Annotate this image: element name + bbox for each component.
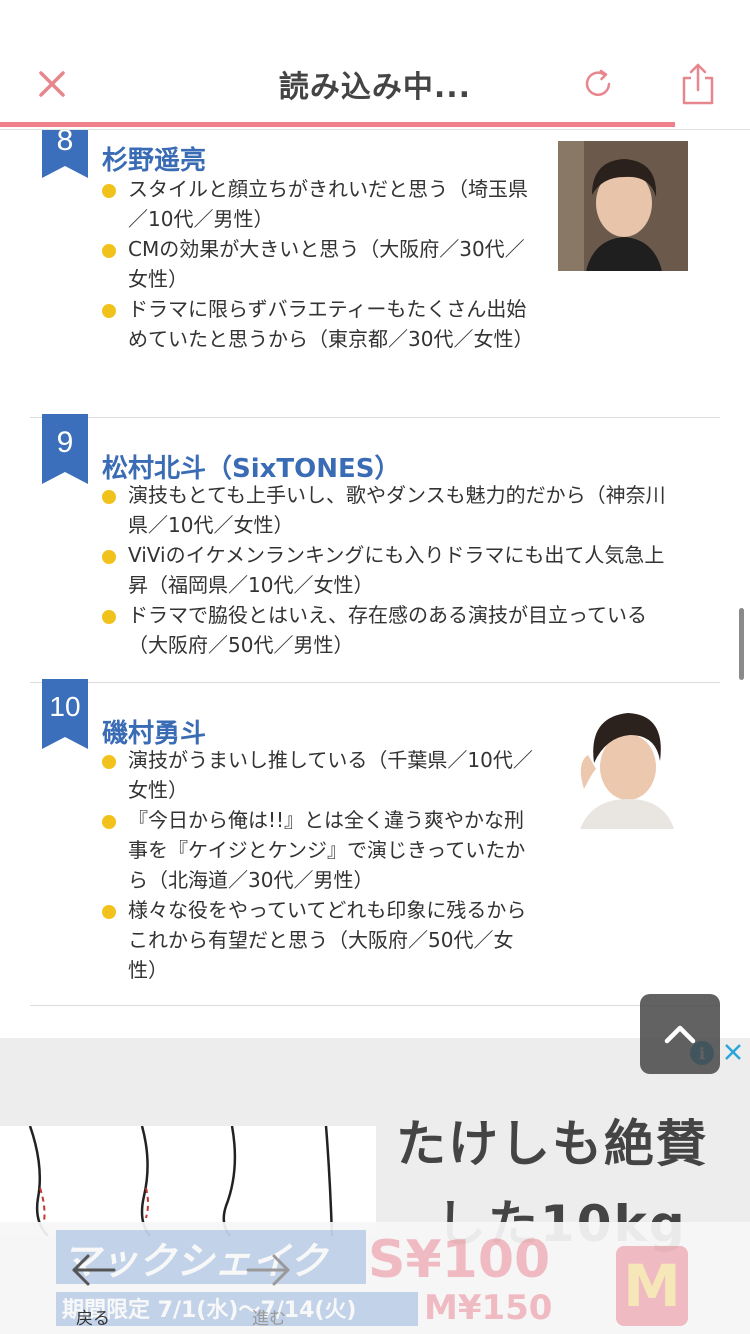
bullet-dot [102, 905, 116, 919]
share-icon [682, 63, 714, 105]
close-icon [725, 1044, 741, 1060]
comment-text: スタイルと顔立ちがきれいだと思う（埼玉県／10代／男性） [128, 177, 528, 231]
bullet-dot [102, 815, 116, 829]
forward-button[interactable]: 進む [234, 1248, 304, 1329]
promo-overlay: マックシェイク S¥100 期間限定 7/1(水)～7/14(火) M¥150 … [56, 1226, 696, 1330]
promo-logo: M [616, 1246, 688, 1326]
comment-list: 演技がうまいし推している（千葉県／10代／女性） 『今日から俺は!!』とは全く違… [102, 745, 542, 985]
comment-text: 様々な役をやっていてどれも印象に残るからこれから有望だと思う（大阪府／50代／女… [128, 898, 527, 982]
loading-progress-fill [0, 122, 675, 127]
reload-button[interactable] [574, 60, 622, 108]
ranking-list: 8 杉野遥亮 スタイルと顔立ちがきれいだと思う（埼玉県／10代／男性） CMの効… [0, 130, 750, 1040]
rank-number: 10 [49, 691, 81, 722]
comment-list: 演技もとても上手いし、歌やダンスも魅力的だから（神奈川県／10代／女性） ViV… [102, 480, 682, 660]
comment-text: CMの効果が大きいと思う（大阪府／30代／女性） [128, 237, 525, 291]
celebrity-photo[interactable] [558, 699, 688, 829]
arrow-right-icon [246, 1254, 290, 1286]
bullet-dot [102, 550, 116, 564]
promo-price-small: S¥100 [368, 1230, 551, 1290]
comment-list: スタイルと顔立ちがきれいだと思う（埼玉県／10代／男性） CMの効果が大きいと思… [102, 174, 542, 354]
list-item: 様々な役をやっていてどれも印象に残るからこれから有望だと思う（大阪府／50代／女… [102, 895, 542, 985]
list-item: ドラマで脇役とはいえ、存在感のある演技が目立っている（大阪府／50代／男性） [102, 600, 682, 660]
rank-badge: 10 [42, 679, 88, 749]
list-item: スタイルと顔立ちがきれいだと思う（埼玉県／10代／男性） [102, 174, 542, 234]
bottom-toolbar: マックシェイク S¥100 期間限定 7/1(水)～7/14(火) M¥150 … [0, 1222, 750, 1334]
list-item: 演技がうまいし推している（千葉県／10代／女性） [102, 745, 542, 805]
top-navigation-bar: 読み込み中... [0, 0, 750, 130]
loading-progress-bar [0, 122, 750, 127]
celebrity-name[interactable]: 杉野遥亮 [102, 140, 206, 177]
comment-text: ドラマで脇役とはいえ、存在感のある演技が目立っている（大阪府／50代／男性） [128, 603, 647, 657]
rank-badge: 8 [42, 130, 88, 178]
list-item: 『今日から俺は!!』とは全く違う爽やかな刑事を『ケイジとケンジ』で演じきっていた… [102, 805, 542, 895]
list-item: ViViのイケメンランキングにも入りドラマにも出て人気急上昇（福岡県／10代／女… [102, 540, 682, 600]
promo-price-medium: M¥150 [424, 1288, 553, 1328]
list-item: ドラマに限らずバラエティーもたくさん出始めていたと思うから（東京都／30代／女性… [102, 294, 542, 354]
celebrity-photo[interactable] [558, 141, 688, 271]
comment-text: ドラマに限らずバラエティーもたくさん出始めていたと思うから（東京都／30代／女性… [128, 297, 534, 351]
reload-icon [585, 69, 611, 96]
list-item: 演技もとても上手いし、歌やダンスも魅力的だから（神奈川県／10代／女性） [102, 480, 682, 540]
share-button[interactable] [674, 58, 722, 110]
comment-text: 演技もとても上手いし、歌やダンスも魅力的だから（神奈川県／10代／女性） [128, 483, 666, 537]
bullet-dot [102, 755, 116, 769]
bullet-dot [102, 490, 116, 504]
comment-text: ViViのイケメンランキングにも入りドラマにも出て人気急上昇（福岡県／10代／女… [128, 543, 665, 597]
back-label: 戻る [76, 1309, 110, 1329]
comment-text: 演技がうまいし推している（千葉県／10代／女性） [128, 748, 533, 802]
ad-image [0, 1125, 376, 1237]
arrow-left-icon [72, 1254, 116, 1286]
list-item: CMの効果が大きいと思う（大阪府／30代／女性） [102, 234, 542, 294]
ad-close-button[interactable] [720, 1039, 746, 1065]
back-button[interactable]: 戻る [58, 1248, 128, 1329]
scroll-to-top-button[interactable] [640, 994, 720, 1074]
rank-number: 8 [56, 130, 74, 157]
chevron-up-icon [664, 1025, 696, 1044]
ranking-entry-10: 10 磯村勇斗 演技がうまいし推している（千葉県／10代／女性） 『今日から俺は… [30, 679, 720, 1006]
rank-badge: 9 [42, 414, 88, 484]
ranking-entry-9: 9 松村北斗（SixTONES） 演技もとても上手いし、歌やダンスも魅力的だから… [30, 414, 720, 683]
bullet-dot [102, 304, 116, 318]
bullet-dot [102, 244, 116, 258]
ad-headline: たけしも絶賛 [396, 1115, 708, 1173]
bullet-dot [102, 610, 116, 624]
rank-number: 9 [56, 426, 74, 459]
forward-label: 進む [252, 1309, 286, 1329]
page-title: 読み込み中... [278, 70, 472, 105]
bullet-dot [102, 184, 116, 198]
ranking-entry-8: 8 杉野遥亮 スタイルと顔立ちがきれいだと思う（埼玉県／10代／男性） CMの効… [30, 130, 720, 418]
comment-text: 『今日から俺は!!』とは全く違う爽やかな刑事を『ケイジとケンジ』で演じきっていた… [128, 808, 526, 892]
scroll-indicator[interactable] [739, 608, 744, 680]
